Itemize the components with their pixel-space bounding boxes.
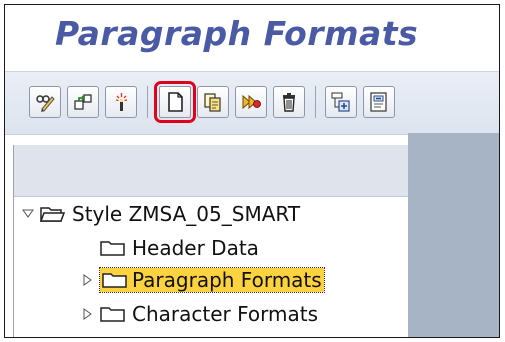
toolbar-separator <box>315 86 316 118</box>
create-button[interactable] <box>154 81 196 123</box>
create-icon <box>168 92 183 112</box>
other-object-icon <box>74 94 92 110</box>
activate-button[interactable] <box>105 86 137 118</box>
tree-node-label: Header Data <box>132 236 259 260</box>
delete-button[interactable] <box>273 86 305 118</box>
folder-icon <box>100 241 125 256</box>
toolbar-separator <box>147 86 148 118</box>
title-bar: Paragraph Formats <box>5 5 499 69</box>
display-change-button[interactable] <box>29 86 61 118</box>
folder-icon <box>102 273 127 288</box>
tree-node-label: Character Formats <box>132 302 318 326</box>
expand-subtree-button[interactable] <box>325 86 357 118</box>
expand-subtree-icon <box>331 92 350 112</box>
application-toolbar <box>5 71 499 135</box>
tree-header <box>14 145 408 197</box>
activate-icon <box>115 93 128 111</box>
detail-pane <box>408 133 499 337</box>
display-change-icon <box>36 95 55 112</box>
sap-window: Paragraph Formats Style ZMSA_05_SMART He… <box>4 4 500 338</box>
folder-icon <box>100 307 125 322</box>
tree-node-character-formats[interactable]: Character Formats <box>80 301 318 327</box>
rename-button[interactable] <box>235 86 267 118</box>
rename-icon <box>242 94 261 110</box>
collapse-subtree-button[interactable] <box>363 86 395 118</box>
collapse-subtree-icon <box>370 92 387 112</box>
expanded-triangle-icon[interactable] <box>20 209 36 219</box>
collapsed-triangle-icon[interactable] <box>80 308 96 320</box>
copy-button[interactable] <box>197 86 229 118</box>
selected-node-label: Paragraph Formats <box>99 267 325 293</box>
tree-node-label: Style ZMSA_05_SMART <box>72 202 301 226</box>
tree-node-label: Paragraph Formats <box>132 268 322 292</box>
tree-node-style[interactable]: Style ZMSA_05_SMART <box>20 201 300 227</box>
collapsed-triangle-icon[interactable] <box>80 274 96 286</box>
folder-icon <box>40 207 66 222</box>
tree-node-paragraph-formats[interactable]: Paragraph Formats <box>80 267 325 293</box>
tree-node-header-data[interactable]: Header Data <box>100 235 259 261</box>
style-tree-panel: Style ZMSA_05_SMART Header Data Paragrap… <box>13 145 408 337</box>
other-object-button[interactable] <box>67 86 99 118</box>
screen-title: Paragraph Formats <box>55 14 419 53</box>
delete-icon <box>283 93 295 112</box>
copy-icon <box>204 93 221 112</box>
